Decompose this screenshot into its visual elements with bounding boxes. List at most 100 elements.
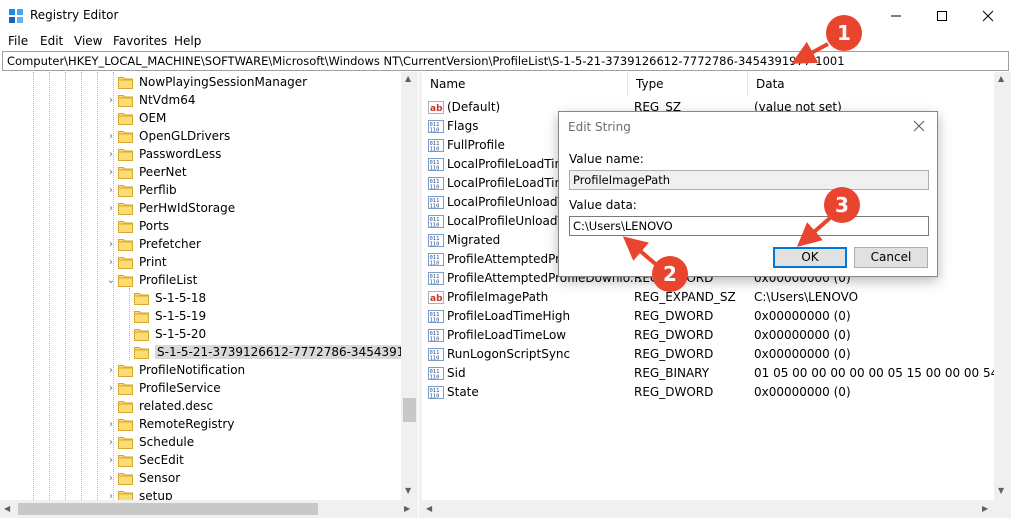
cancel-button[interactable]: Cancel: [854, 247, 928, 268]
value-data-input[interactable]: C:\Users\LENOVO: [569, 216, 929, 236]
folder-icon: [118, 112, 133, 125]
chevron-right-icon[interactable]: ›: [104, 182, 118, 200]
tree-item-label: SecEdit: [139, 453, 184, 467]
value-row[interactable]: 011 110 ProfileLoadTimeHigh REG_DWORD 0x0000…: [422, 307, 1011, 326]
dialog-close-button[interactable]: [911, 118, 927, 134]
column-header-type[interactable]: Type: [628, 72, 748, 96]
value-name: LocalProfileUnloadTi: [447, 214, 568, 228]
chevron-right-icon[interactable]: ›: [104, 254, 118, 272]
address-bar[interactable]: Computer\HKEY_LOCAL_MACHINE\SOFTWARE\Mic…: [2, 51, 1009, 71]
menu-favorites[interactable]: Favorites: [113, 34, 167, 48]
value-name: Flags: [447, 119, 479, 133]
folder-icon: [118, 274, 133, 287]
tree-item-label: PasswordLess: [139, 147, 222, 161]
chevron-right-icon[interactable]: ›: [104, 200, 118, 218]
chevron-right-icon[interactable]: ›: [104, 164, 118, 182]
chevron-right-icon[interactable]: ›: [104, 128, 118, 146]
tree-item-label: NowPlayingSessionManager: [139, 75, 308, 89]
binary-value-icon: 011 110: [428, 177, 444, 191]
folder-icon: [118, 130, 133, 143]
value-name: LocalProfileLoadTime: [447, 176, 574, 190]
annotation-badge-3: 3: [824, 187, 860, 223]
chevron-right-icon[interactable]: ›: [104, 452, 118, 470]
value-row[interactable]: ab ProfileImagePath REG_EXPAND_SZ C:\Users\…: [422, 288, 1011, 307]
menu-edit[interactable]: Edit: [40, 34, 63, 48]
svg-text:ab: ab: [430, 104, 443, 114]
folder-icon: [118, 418, 133, 431]
tree-guide-line: [49, 72, 50, 518]
minimize-icon: [891, 15, 901, 16]
folder-icon: [118, 256, 133, 269]
binary-value-icon: 011 110: [428, 329, 444, 343]
scroll-thumb[interactable]: [18, 503, 318, 515]
column-header-data[interactable]: Data: [748, 72, 1011, 96]
value-row[interactable]: 011 110 Sid REG_BINARY 01 05 00 00 00 00 00 …: [422, 364, 1011, 383]
value-name: FullProfile: [447, 138, 505, 152]
menu-view[interactable]: View: [74, 34, 102, 48]
tree-vertical-scrollbar[interactable]: ▲ ▼: [401, 72, 418, 500]
value-name: RunLogonScriptSync: [447, 347, 571, 361]
scroll-down-icon[interactable]: ▼: [405, 486, 411, 495]
chevron-right-icon[interactable]: ›: [104, 92, 118, 110]
binary-value-icon: 011 110: [428, 234, 444, 248]
tree-guide-line: [65, 72, 66, 518]
value-type: REG_DWORD: [634, 328, 714, 342]
folder-icon: [118, 472, 133, 485]
value-row[interactable]: 011 110 State REG_DWORD 0x00000000 (0): [422, 383, 1011, 402]
binary-value-icon: 011 110: [428, 158, 444, 172]
value-data: 0x00000000 (0): [754, 309, 851, 323]
minimize-button[interactable]: [873, 0, 919, 31]
binary-value-icon: 011 110: [428, 310, 444, 324]
folder-icon: [118, 76, 133, 89]
column-header-name[interactable]: Name: [422, 72, 628, 96]
tree-guide-line: [81, 72, 82, 518]
scroll-left-icon[interactable]: ◀: [426, 504, 432, 513]
binary-value-icon: 011 110: [428, 139, 444, 153]
tree-guide-line: [33, 72, 34, 518]
scroll-right-icon[interactable]: ▶: [982, 504, 988, 513]
chevron-right-icon[interactable]: ›: [104, 146, 118, 164]
folder-icon: [118, 202, 133, 215]
registry-icon: [8, 8, 24, 24]
scroll-up-icon[interactable]: ▲: [998, 74, 1004, 83]
svg-text:110: 110: [430, 128, 440, 134]
close-icon: [982, 10, 994, 21]
tree-horizontal-scrollbar[interactable]: ◀ ▶: [0, 500, 418, 518]
values-horizontal-scrollbar[interactable]: ◀ ▶: [422, 500, 1011, 518]
value-name-field: ProfileImagePath: [569, 170, 929, 190]
annotation-badge-2: 2: [652, 256, 688, 292]
scroll-thumb[interactable]: [403, 398, 416, 422]
value-row[interactable]: 011 110 ProfileLoadTimeLow REG_DWORD 0x00000…: [422, 326, 1011, 345]
menu-help[interactable]: Help: [174, 34, 201, 48]
folder-icon: [118, 220, 133, 233]
chevron-right-icon[interactable]: ›: [104, 434, 118, 452]
tree-item-label: ProfileNotification: [139, 363, 246, 377]
annotation-badge-1: 1: [826, 15, 862, 51]
chevron-right-icon: [120, 290, 134, 308]
scroll-right-icon[interactable]: ▶: [404, 504, 410, 513]
ok-button[interactable]: OK: [773, 247, 847, 268]
values-vertical-scrollbar[interactable]: ▲ ▼: [994, 72, 1011, 500]
chevron-right-icon[interactable]: ›: [104, 236, 118, 254]
tree-item-label: Prefetcher: [139, 237, 201, 251]
chevron-right-icon[interactable]: ›: [104, 416, 118, 434]
svg-text:110: 110: [430, 223, 440, 229]
maximize-button[interactable]: [919, 0, 965, 31]
binary-value-icon: 011 110: [428, 215, 444, 229]
tree-item-label: S-1-5-21-3739126612-7772786-3454391977-1…: [155, 345, 417, 359]
chevron-right-icon: [120, 326, 134, 344]
menu-file[interactable]: File: [8, 34, 28, 48]
chevron-right-icon: [120, 344, 134, 362]
scroll-up-icon[interactable]: ▲: [405, 74, 411, 83]
chevron-down-icon[interactable]: ⌄: [104, 272, 118, 290]
chevron-right-icon[interactable]: ›: [104, 362, 118, 380]
value-name-label: Value name:: [569, 152, 644, 166]
chevron-right-icon[interactable]: ›: [104, 380, 118, 398]
value-row[interactable]: 011 110 RunLogonScriptSync REG_DWORD 0x00000…: [422, 345, 1011, 364]
close-button[interactable]: [965, 0, 1011, 31]
svg-text:110: 110: [430, 147, 440, 153]
scroll-down-icon[interactable]: ▼: [998, 486, 1004, 495]
value-name: ProfileAttemptedProf: [447, 252, 572, 266]
scroll-left-icon[interactable]: ◀: [4, 504, 10, 513]
chevron-right-icon[interactable]: ›: [104, 470, 118, 488]
